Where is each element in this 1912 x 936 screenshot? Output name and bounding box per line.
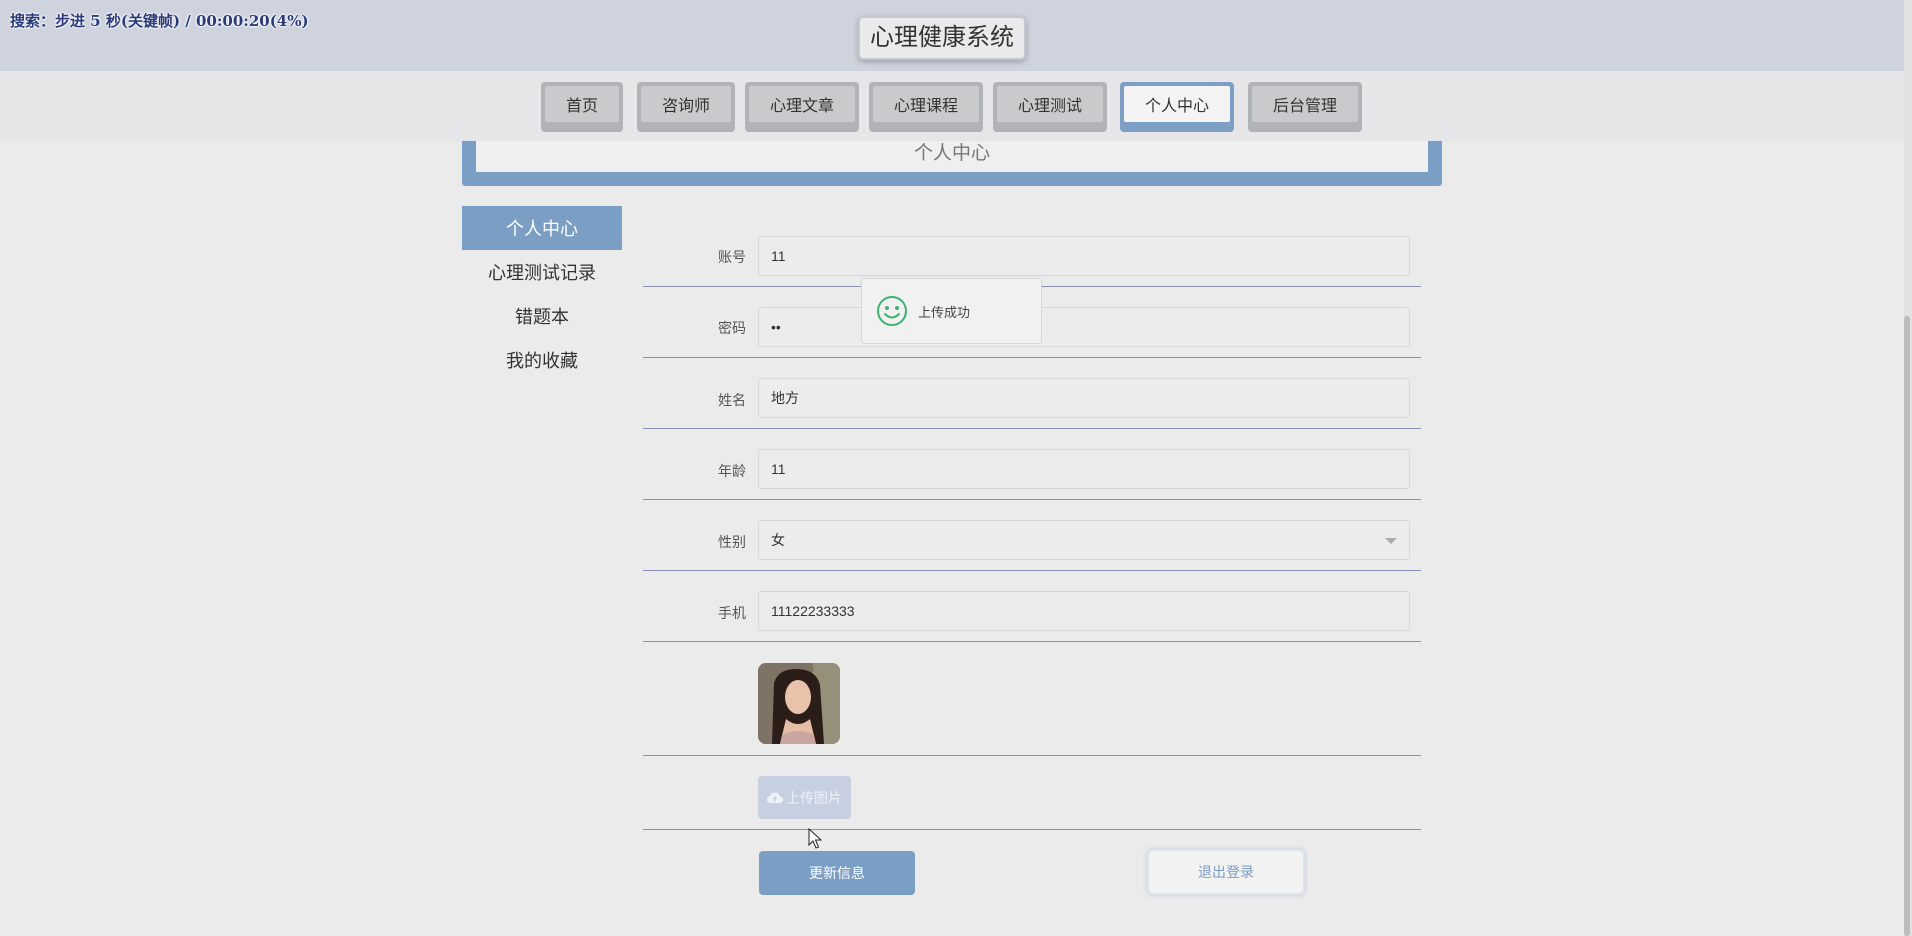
account-label: 账号	[718, 249, 746, 265]
name-label: 姓名	[718, 392, 746, 408]
main-nav: 首页 咨询师 心理文章 心理课程 心理测试 个人中心 后台管理	[0, 71, 1904, 141]
age-label: 年龄	[718, 463, 746, 479]
scrollbar[interactable]	[1904, 0, 1912, 936]
nav-counselors[interactable]: 咨询师	[637, 82, 735, 132]
gender-select[interactable]: 女	[758, 520, 1410, 560]
account-field[interactable]: 11	[758, 236, 1410, 276]
row-divider	[643, 641, 1421, 642]
logout-button[interactable]: 退出登录	[1147, 849, 1305, 895]
row-divider	[643, 829, 1421, 830]
nav-tests-label: 心理测试	[997, 86, 1103, 122]
nav-home-label: 首页	[545, 86, 619, 122]
phone-label: 手机	[718, 605, 746, 621]
upload-image-button[interactable]: 上传图片	[758, 776, 851, 819]
update-info-button[interactable]: 更新信息	[759, 851, 915, 895]
phone-field[interactable]: 11122233333	[758, 591, 1410, 631]
row-divider	[643, 499, 1421, 500]
gender-label: 性别	[718, 534, 746, 550]
nav-articles[interactable]: 心理文章	[745, 82, 859, 132]
row-divider	[643, 570, 1421, 571]
nav-personal-center-label: 个人中心	[1124, 86, 1230, 122]
nav-courses-label: 心理课程	[873, 86, 979, 122]
upload-image-label: 上传图片	[786, 789, 842, 806]
password-label: 密码	[718, 320, 746, 336]
success-toast: 上传成功	[861, 278, 1042, 344]
page-title: 个人中心	[913, 143, 990, 164]
sidebar-item-wrong-questions[interactable]: 错题本	[462, 294, 622, 338]
row-divider	[643, 755, 1421, 756]
scrollbar-thumb[interactable]	[1904, 316, 1910, 936]
password-field[interactable]: ••	[758, 307, 1410, 347]
row-divider	[643, 428, 1421, 429]
sidebar-item-test-records[interactable]: 心理测试记录	[462, 250, 622, 294]
nav-articles-label: 心理文章	[749, 86, 855, 122]
recording-overlay-text: 搜索：步进 5 秒(关键帧) / 00:00:20(4%)	[10, 12, 309, 30]
nav-home[interactable]: 首页	[541, 82, 623, 132]
nav-counselors-label: 咨询师	[641, 86, 731, 122]
name-field[interactable]: 地方	[758, 378, 1410, 418]
gender-value: 女	[771, 532, 785, 548]
nav-admin[interactable]: 后台管理	[1248, 82, 1362, 132]
avatar-photo	[758, 663, 840, 744]
sidebar-item-favorites[interactable]: 我的收藏	[462, 338, 622, 382]
page-banner: 个人中心	[462, 141, 1442, 186]
row-divider	[643, 357, 1421, 358]
site-title: 心理健康系统	[858, 16, 1026, 60]
smile-icon	[877, 296, 907, 326]
toast-message: 上传成功	[918, 304, 971, 320]
nav-tests[interactable]: 心理测试	[993, 82, 1107, 132]
nav-personal-center[interactable]: 个人中心	[1120, 82, 1234, 132]
mouse-cursor-icon	[808, 828, 822, 849]
cloud-upload-icon	[767, 792, 783, 803]
avatar	[758, 663, 840, 744]
top-header: 搜索：步进 5 秒(关键帧) / 00:00:20(4%) 心理健康系统	[0, 0, 1904, 71]
sidebar-item-personal-center[interactable]: 个人中心	[462, 206, 622, 250]
nav-admin-label: 后台管理	[1252, 86, 1358, 122]
age-field[interactable]: 11	[758, 449, 1410, 489]
nav-courses[interactable]: 心理课程	[869, 82, 983, 132]
banner-box: 个人中心	[476, 141, 1428, 172]
